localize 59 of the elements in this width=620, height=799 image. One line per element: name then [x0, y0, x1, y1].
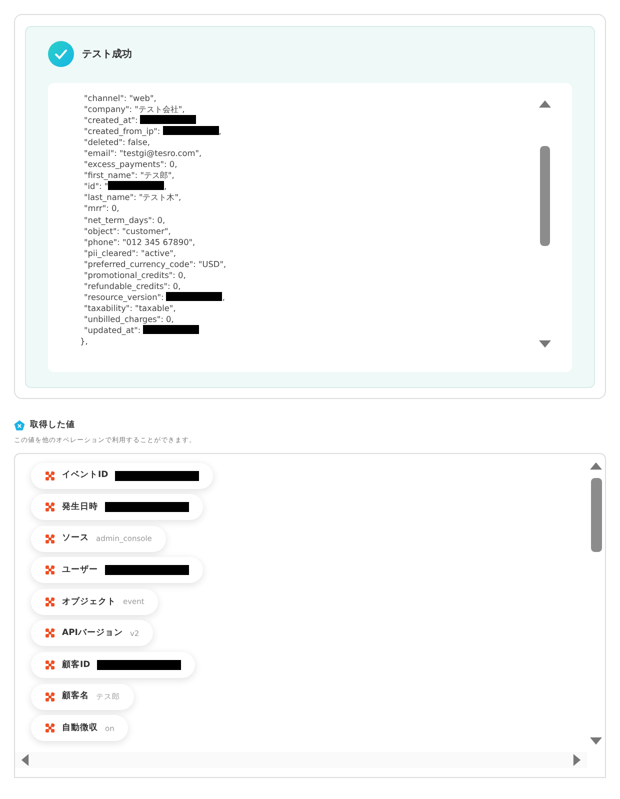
scrollbar-thumb[interactable] — [540, 146, 550, 246]
value-chip[interactable]: 発生日時 — [31, 494, 203, 520]
chip-label: 自動徴収 — [62, 722, 98, 735]
code-line: "id": " — [84, 181, 108, 192]
variable-icon — [45, 534, 55, 544]
code-line: "object": "customer", — [84, 226, 171, 236]
value-chip[interactable]: ユーザー — [31, 557, 203, 584]
scroll-down-arrow[interactable] — [590, 734, 602, 746]
scroll-left-arrow[interactable] — [19, 754, 31, 766]
code-line: "promotional_credits": 0, — [84, 270, 186, 280]
code-line: , — [222, 292, 225, 302]
variable-icon — [45, 565, 55, 576]
code-line: "first_name": "テス郎", — [84, 170, 174, 180]
scroll-up-arrow[interactable] — [590, 460, 602, 472]
scroll-down-arrow[interactable] — [539, 338, 551, 350]
section-title: 取得した値 — [30, 419, 75, 432]
scroll-right-arrow[interactable] — [571, 754, 583, 766]
code-line: "net_term_days": 0, — [84, 214, 166, 225]
variable-icon — [45, 660, 55, 670]
chip-label: 顧客ID — [62, 658, 90, 672]
value-chip[interactable]: イベントID — [31, 462, 214, 488]
code-line: "taxability": "taxable", — [84, 302, 176, 313]
code-line: , — [164, 181, 167, 192]
code-line: "created_at": — [84, 115, 139, 126]
pentagon-icon — [14, 420, 25, 431]
chip-label: 発生日時 — [62, 500, 98, 514]
scrollbar-thumb[interactable] — [590, 478, 602, 552]
code-line: }, — [80, 336, 88, 346]
chip-label: 顧客名 — [62, 690, 89, 704]
code-line: "channel": "web", — [84, 93, 156, 103]
code-line: "resource_version": — [84, 292, 165, 302]
code-line: "phone": "012 345 67890", — [84, 236, 196, 247]
value-chip[interactable]: 顧客ID — [31, 652, 196, 678]
variable-icon — [45, 596, 55, 607]
code-line: "updated_at": — [84, 324, 142, 335]
chip-label: ソース — [62, 532, 89, 546]
chip-label: イベントID — [62, 469, 108, 482]
chip-label: APIバージョン — [62, 627, 123, 640]
code-line: "last_name": "テスト木", — [84, 192, 182, 202]
variable-icon — [45, 502, 55, 512]
chip-label: ユーザー — [62, 564, 98, 577]
code-line: "refundable_credits": 0, — [84, 280, 181, 291]
code-line: "company": "テスト会社", — [84, 104, 185, 114]
code-line: "deleted": false, — [84, 137, 150, 148]
result-title: テスト成功 — [82, 48, 132, 62]
code-line: , — [218, 126, 222, 136]
code-line: "excess_payments": 0, — [84, 159, 178, 170]
code-line: "created_from_ip": — [84, 126, 162, 136]
code-line: "pii_cleared": "active", — [84, 248, 176, 258]
code-line: "mrr": 0, — [84, 203, 120, 214]
scroll-up-arrow[interactable] — [539, 98, 551, 110]
variable-icon — [45, 723, 55, 734]
variable-icon — [45, 470, 55, 480]
chip-label: オブジェクト — [62, 596, 116, 608]
variable-icon — [45, 692, 55, 702]
variable-icon — [45, 628, 55, 638]
code-line: "email": "testgi@tesro.com", — [84, 148, 202, 158]
code-line: "unbilled_charges": 0, — [84, 314, 174, 324]
code-line: "preferred_currency_code": "USD", — [84, 258, 226, 269]
